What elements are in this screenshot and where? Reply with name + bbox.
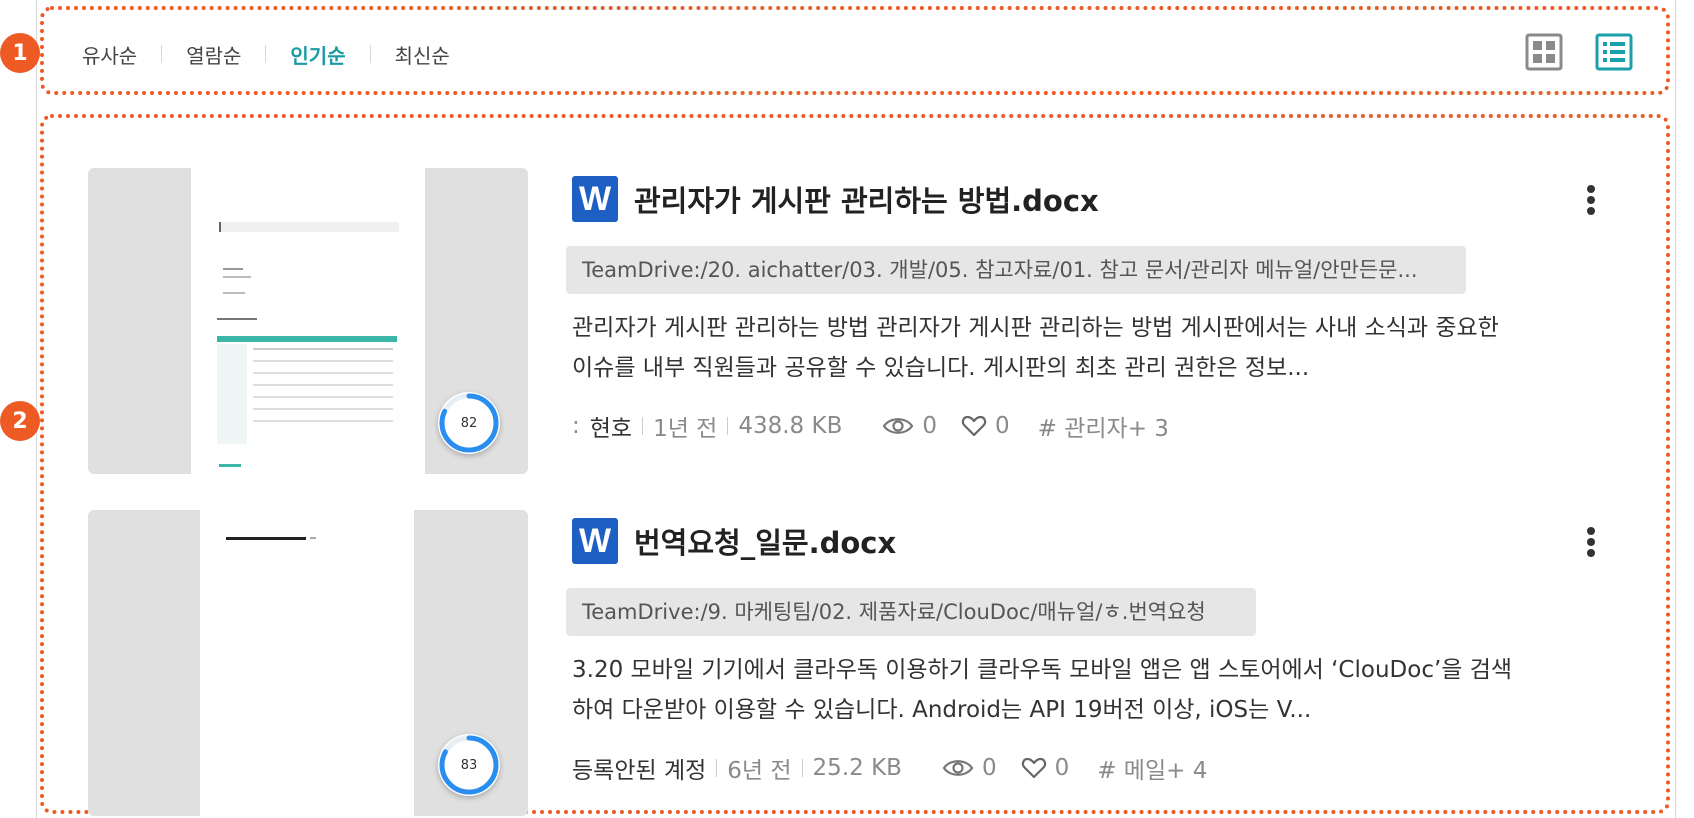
divider [161, 45, 163, 63]
modified-age: 6년 전 [727, 758, 792, 784]
callout-marker-1: 1 [0, 33, 40, 73]
divider [369, 45, 371, 63]
sort-popularity[interactable]: 인기순 [290, 40, 345, 69]
sort-views[interactable]: 열람순 [186, 40, 241, 69]
view-count-value: 0 [922, 413, 938, 439]
result-item[interactable]: 82 W 관리자가 게시판 관리하는 방법.docx TeamDrive:/20… [88, 168, 1618, 474]
thumbnail-page [191, 168, 425, 474]
like-count-value: 0 [1054, 755, 1070, 781]
eye-icon [883, 418, 914, 434]
result-item[interactable]: 83 W 번역요청_일문.docx TeamDrive:/9. 마케팅팀/02.… [88, 510, 1618, 816]
sort-bar: 유사순 열람순 인기순 최신순 [82, 34, 450, 74]
view-count: 0 [942, 755, 997, 781]
sort-similarity[interactable]: 유사순 [82, 40, 137, 69]
document-path[interactable]: TeamDrive:/20. aichatter/03. 개발/05. 참고자료… [566, 246, 1466, 294]
thumbnail-page [200, 510, 414, 816]
divider [801, 759, 803, 777]
document-snippet: 관리자가 게시판 관리하는 방법 관리자가 게시판 관리하는 방법 게시판에서는… [572, 315, 1499, 381]
relevance-score-badge: 83 [438, 734, 500, 796]
author-prefix: : [572, 413, 580, 439]
more-options-icon[interactable] [1584, 182, 1598, 218]
grid-view-icon[interactable] [1524, 32, 1564, 72]
document-thumbnail[interactable]: 83 [88, 510, 528, 816]
relevance-score-badge: 82 [438, 392, 500, 454]
author-name: 현호 [589, 416, 633, 442]
divider [727, 417, 729, 435]
author-name: 등록안된 계정 [572, 758, 707, 784]
document-meta: : 현호 1년 전 438.8 KB 0 0 # 관리자+ 3 [572, 408, 1169, 444]
eye-icon [942, 760, 974, 776]
heart-icon [1021, 757, 1046, 779]
callout-marker-2: 2 [0, 401, 40, 441]
list-view-icon[interactable] [1594, 32, 1634, 72]
like-count[interactable]: 0 [961, 413, 1010, 439]
document-title[interactable]: 관리자가 게시판 관리하는 방법.docx [634, 178, 1099, 220]
document-snippet: 3.20 모바일 기기에서 클라우독 이용하기 클라우독 모바일 앱은 앱 스토… [572, 657, 1513, 723]
divider [716, 759, 718, 777]
file-size: 438.8 KB [738, 413, 843, 439]
like-count-value: 0 [995, 413, 1010, 439]
word-file-icon: W [572, 518, 618, 564]
view-count-value: 0 [981, 755, 997, 781]
document-tags[interactable]: # 관리자+ 3 [1038, 409, 1169, 443]
document-thumbnail[interactable]: 82 [88, 168, 528, 474]
divider [265, 45, 267, 63]
score-value: 83 [460, 757, 478, 773]
word-file-icon: W [572, 176, 618, 222]
document-path[interactable]: TeamDrive:/9. 마케팅팀/02. 제품자료/ClouDoc/매뉴얼/… [566, 588, 1256, 636]
file-size: 25.2 KB [812, 755, 902, 781]
like-count[interactable]: 0 [1021, 755, 1070, 781]
score-value: 82 [460, 415, 478, 431]
divider [642, 417, 644, 435]
more-options-icon[interactable] [1584, 524, 1598, 560]
document-tags[interactable]: # 메일+ 4 [1097, 751, 1207, 785]
view-count: 0 [882, 413, 937, 439]
sort-latest[interactable]: 최신순 [395, 40, 450, 69]
document-meta: 등록안된 계정 6년 전 25.2 KB 0 0 # 메일+ 4 [572, 750, 1207, 786]
document-title[interactable]: 번역요청_일문.docx [634, 520, 896, 562]
heart-icon [961, 415, 987, 437]
modified-age: 1년 전 [653, 416, 718, 442]
